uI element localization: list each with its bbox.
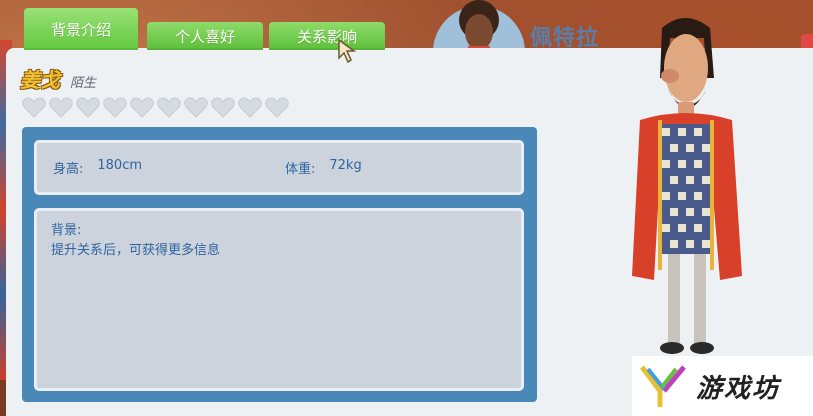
info-frame: 身高: 180cm 体重: 72kg 背景: 提升关系后，可获得更多信息 [22,127,537,402]
weight-value: 72kg [329,158,362,173]
character-name: 姜戈 [20,68,60,92]
heart-icon [22,97,46,118]
character-avatar [432,0,526,52]
heart-icon [265,97,289,118]
heart-icon [76,97,100,118]
affection-hearts [22,97,289,118]
heart-icon [211,97,235,118]
heart-icon [238,97,262,118]
heart-icon [157,97,181,118]
weight-label: 体重: [285,162,316,177]
bio-label: 背景: [51,223,82,238]
bio-text: 提升关系后，可获得更多信息 [51,243,221,258]
heart-icon [103,97,127,118]
name-row: 姜戈 陌生 [20,64,96,93]
heart-icon [49,97,73,118]
character-portrait [632,18,742,354]
tab-relationship[interactable]: 关系影响 [269,22,385,50]
tab-preferences[interactable]: 个人喜好 [147,22,263,50]
watermark: 游戏坊 [632,356,813,416]
height-stat: 身高: 180cm [53,158,142,177]
heart-icon [130,97,154,118]
tab-background[interactable]: 背景介绍 [24,8,138,50]
heart-icon [184,97,208,118]
height-value: 180cm [97,158,143,173]
bio-box[interactable]: 背景: 提升关系后，可获得更多信息 [34,208,524,391]
relation-status: 陌生 [70,76,97,91]
height-label: 身高: [53,162,84,177]
watermark-logo-icon [640,365,686,407]
watermark-text: 游戏坊 [696,373,781,404]
stats-box: 身高: 180cm 体重: 72kg [34,140,524,195]
weight-stat: 体重: 72kg [285,158,362,177]
mouse-cursor-icon [338,38,357,64]
